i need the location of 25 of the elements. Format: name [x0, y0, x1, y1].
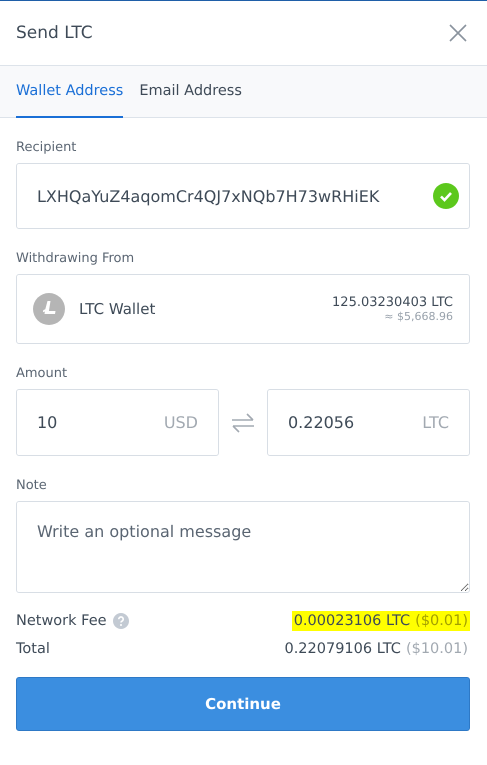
- field-label: Recipient: [16, 140, 78, 155]
- amount-field[interactable]: 10 USD: [16, 389, 219, 456]
- help-icon[interactable]: [112, 613, 129, 629]
- total-amount: 0.22079106 LTC: [284, 641, 401, 657]
- wallet-selector[interactable]: LTC Wallet 125.03230403 LTC ≈ $5,668.96: [16, 274, 470, 344]
- fee-fiat: ($0.01): [415, 613, 468, 629]
- wallet-name: LTC Wallet: [79, 300, 156, 318]
- note-field[interactable]: Write an optional message: [16, 501, 470, 593]
- fee-amount: 0.00023106 LTC: [294, 613, 410, 629]
- tab[interactable]: Email Address: [139, 66, 242, 118]
- total-label: Total: [16, 641, 50, 657]
- field-label: Note: [16, 478, 48, 493]
- swap-icon[interactable]: [231, 412, 255, 432]
- wallet-balance: 125.03230403 LTC: [332, 295, 453, 310]
- amount-field[interactable]: 0.22056 LTC: [267, 389, 470, 456]
- recipient-field[interactable]: LXHQaYuZ4aqomCr4QJ7xNQb7H73wRHiEK: [16, 163, 470, 229]
- fee-label: Network Fee: [16, 613, 107, 629]
- total-fiat: ($10.01): [406, 641, 468, 657]
- tab[interactable]: Wallet Address: [16, 66, 124, 118]
- close-icon[interactable]: [449, 24, 467, 42]
- window-title: Send LTC: [16, 23, 93, 43]
- field-label: Withdrawing From: [16, 251, 136, 266]
- coin-icon: [33, 293, 65, 325]
- field-label: Amount: [16, 366, 68, 381]
- wallet-balance-fiat: ≈ $5,668.96: [384, 310, 453, 323]
